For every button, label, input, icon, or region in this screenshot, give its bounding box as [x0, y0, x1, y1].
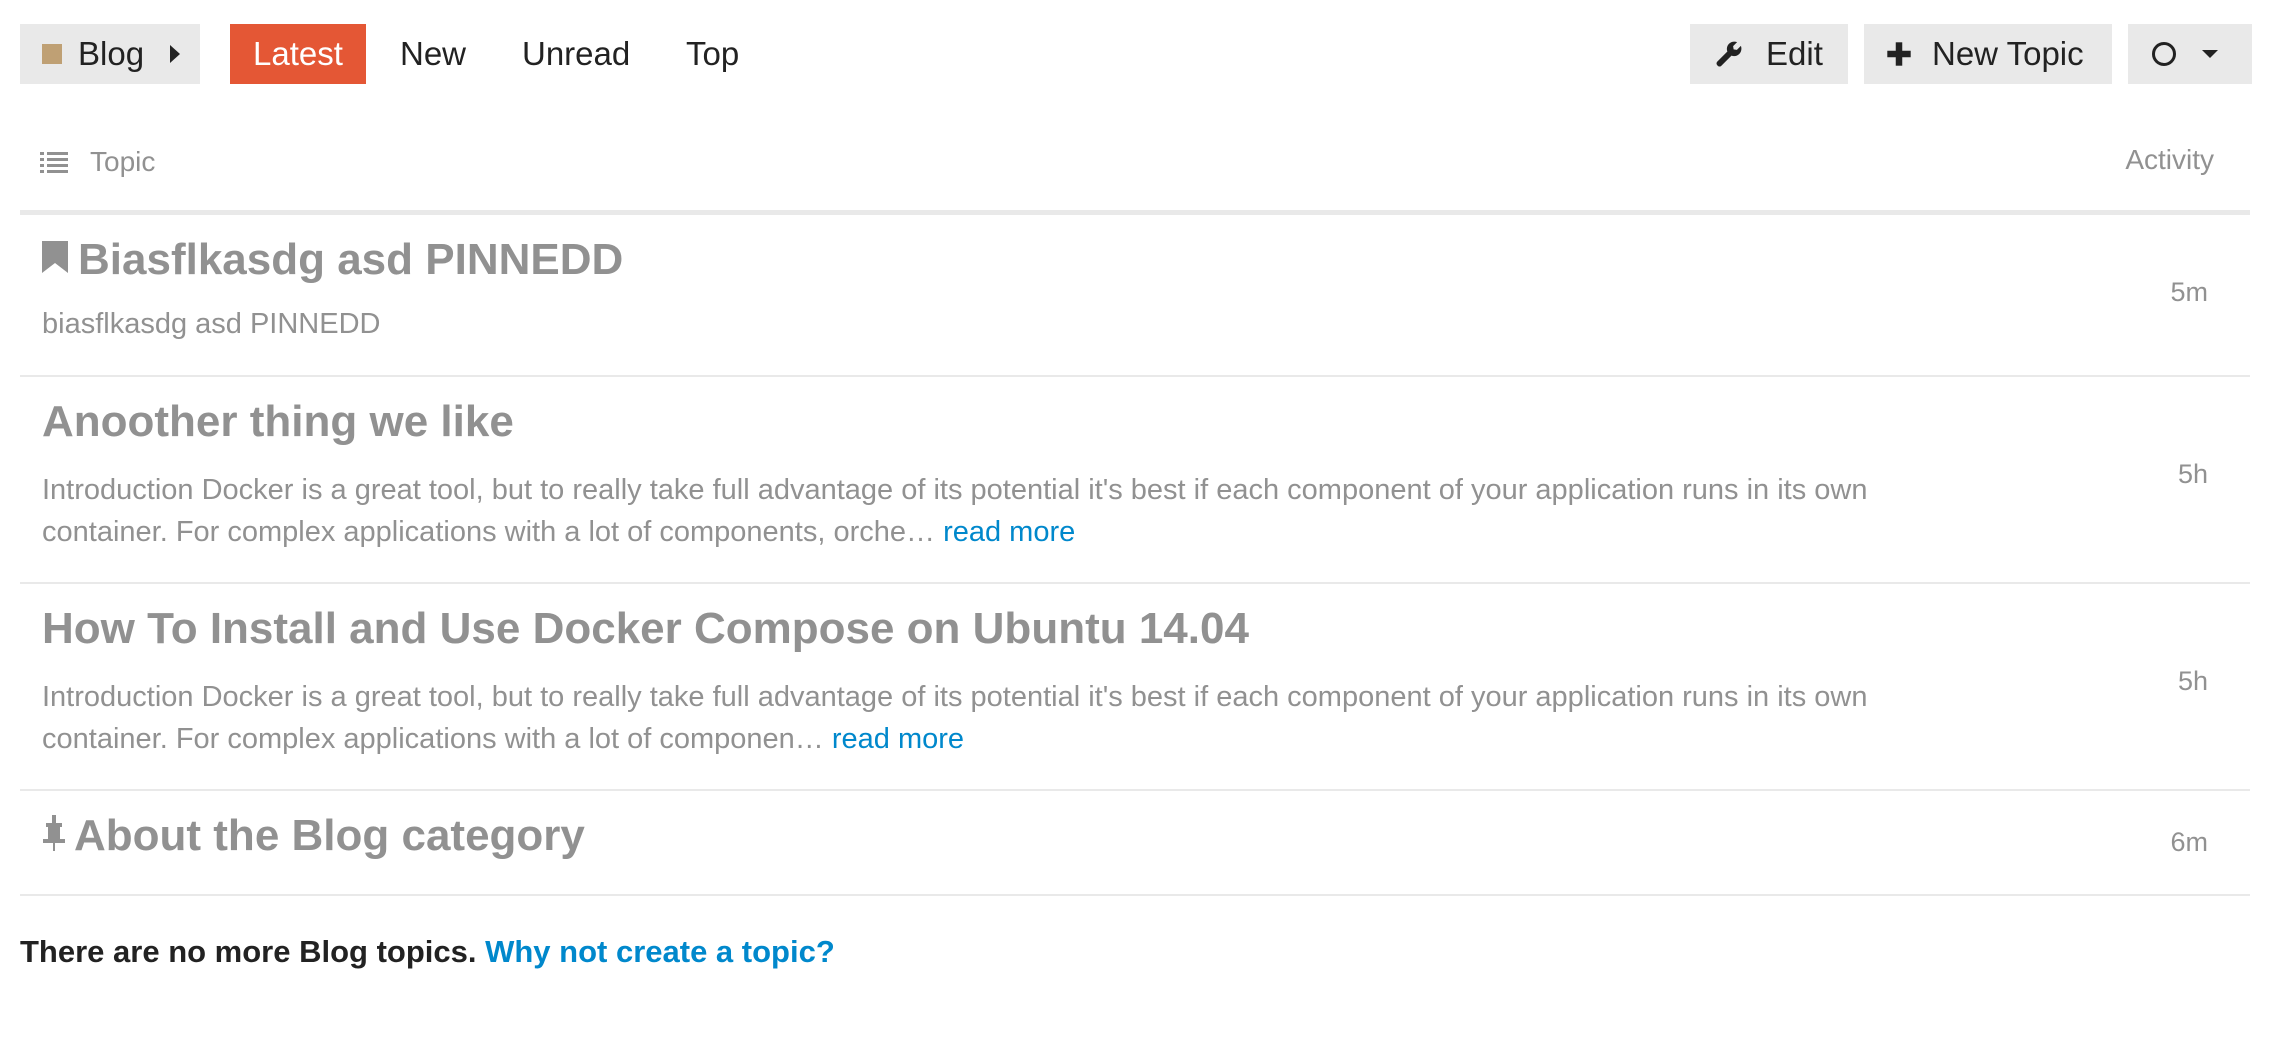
bookmark-icon	[42, 241, 68, 273]
topic-column-header[interactable]: Topic	[40, 146, 155, 178]
topic-title-link[interactable]: Anoother thing we like	[42, 397, 514, 447]
topic-activity[interactable]: 5h	[2178, 459, 2208, 490]
top-navigation: Blog Latest New Unread Top Edit New Topi…	[0, 0, 2270, 84]
tab-top-label: Top	[686, 35, 740, 72]
topic-title-link[interactable]: About the Blog category	[74, 811, 585, 861]
topic-title-link[interactable]: Biasflkasdg asd PINNEDD	[78, 235, 623, 285]
create-topic-link[interactable]: Why not create a topic?	[485, 934, 835, 969]
topic-excerpt: Introduction Docker is a great tool, but…	[42, 469, 1972, 553]
topic-row: Anoother thing we like Introduction Dock…	[20, 377, 2250, 584]
topic-activity[interactable]: 5h	[2178, 666, 2208, 697]
new-topic-button[interactable]: New Topic	[1864, 24, 2112, 84]
topic-list-header: Topic Activity	[20, 130, 2250, 215]
wrench-icon	[1716, 41, 1742, 67]
activity-column-header[interactable]: Activity	[2125, 144, 2214, 176]
topic-title-link[interactable]: How To Install and Use Docker Compose on…	[42, 604, 1249, 654]
read-more-link[interactable]: read more	[943, 516, 1075, 548]
tab-new-label: New	[400, 35, 467, 72]
pin-icon	[43, 815, 65, 851]
plus-icon	[1887, 42, 1911, 66]
topic-column-label: Topic	[90, 146, 156, 177]
topic-excerpt: Introduction Docker is a great tool, but…	[42, 676, 1972, 760]
category-color-swatch	[42, 44, 62, 64]
new-topic-label: New Topic	[1932, 35, 2084, 72]
tab-latest-label: Latest	[253, 35, 343, 72]
category-dropdown-button[interactable]: Blog	[20, 24, 200, 84]
topic-row: Biasflkasdg asd PINNEDD biasflkasdg asd …	[20, 215, 2250, 377]
topic-excerpt: biasflkasdg asd PINNEDD	[42, 303, 1972, 345]
tab-new[interactable]: New	[400, 24, 466, 84]
category-label: Blog	[78, 35, 145, 72]
read-more-link[interactable]: read more	[832, 723, 964, 755]
edit-category-button[interactable]: Edit	[1690, 24, 1848, 84]
topic-row: About the Blog category 6m	[20, 791, 2250, 896]
edit-label: Edit	[1766, 35, 1823, 72]
footer-message: There are no more Blog topics.	[20, 934, 477, 969]
list-icon	[40, 152, 68, 173]
topic-activity[interactable]: 5m	[2170, 277, 2208, 308]
tab-unread-label: Unread	[522, 35, 631, 72]
tab-unread[interactable]: Unread	[522, 24, 630, 84]
tab-latest[interactable]: Latest	[230, 24, 366, 84]
topic-activity[interactable]: 6m	[2170, 827, 2208, 858]
tab-top[interactable]: Top	[686, 24, 739, 84]
circle-icon	[2152, 42, 2176, 66]
topic-row: How To Install and Use Docker Compose on…	[20, 584, 2250, 791]
topic-list-footer: There are no more Blog topics. Why not c…	[20, 934, 835, 970]
caret-down-icon	[2202, 50, 2218, 58]
caret-right-icon	[170, 45, 180, 63]
notification-level-dropdown[interactable]	[2128, 24, 2252, 84]
topic-excerpt-text: biasflkasdg asd PINNEDD	[42, 308, 381, 340]
